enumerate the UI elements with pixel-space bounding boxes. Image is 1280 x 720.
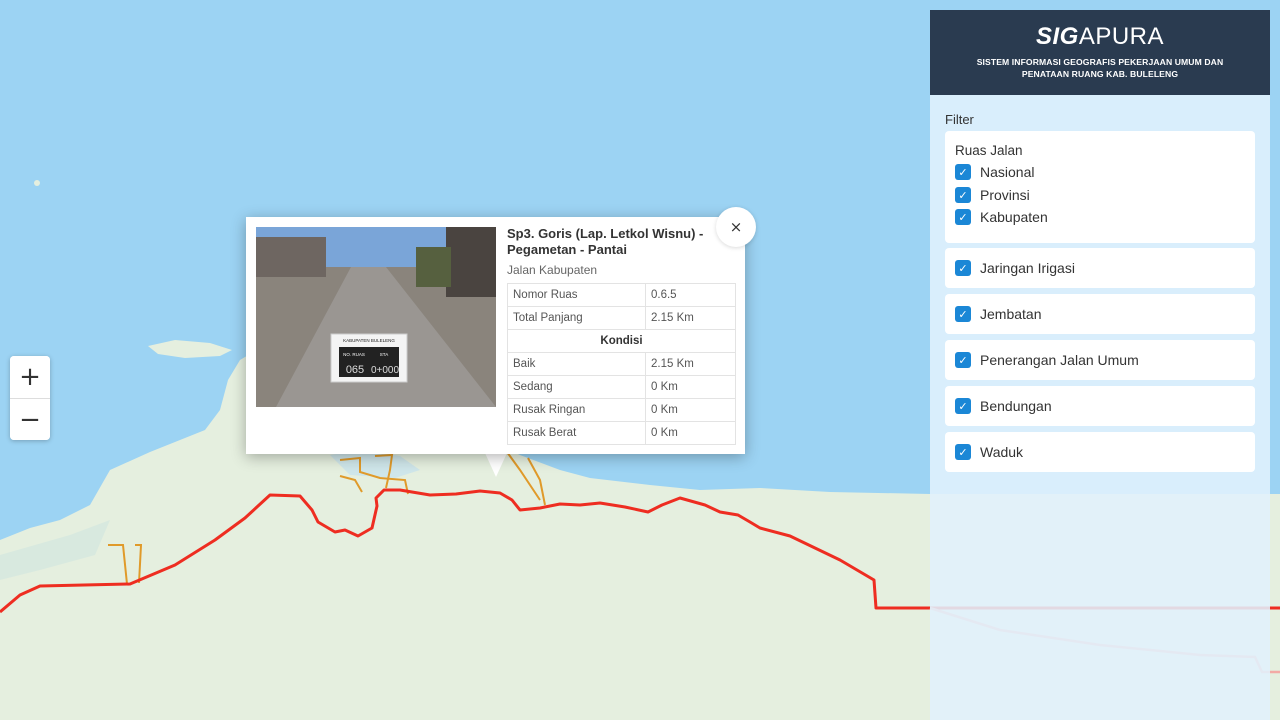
table-key: Rusak Ringan	[507, 398, 646, 422]
layer-card-jembatan: ✓ Jembatan	[945, 294, 1255, 334]
table-key: Total Panjang	[507, 306, 646, 330]
photo-sign-col1: NO. RUAS	[343, 352, 365, 357]
checkbox-checked-icon[interactable]: ✓	[955, 444, 971, 460]
popup-close-button[interactable]: ×	[716, 207, 756, 247]
table-value: 0.6.5	[645, 283, 736, 307]
layer-card-waduk: ✓ Waduk	[945, 432, 1255, 472]
app-logo: SIGAPURA	[930, 10, 1270, 51]
condition-header: Kondisi	[507, 329, 736, 353]
table-key: Sedang	[507, 375, 646, 399]
filter-penerangan-jalan-umum[interactable]: ✓ Penerangan Jalan Umum	[955, 350, 1139, 370]
checkbox-checked-icon[interactable]: ✓	[955, 260, 971, 276]
filter-label-jembatan: Jembatan	[980, 306, 1042, 322]
filter-nasional[interactable]: ✓ Nasional	[955, 162, 1034, 182]
checkbox-checked-icon[interactable]: ✓	[955, 306, 971, 322]
zoom-in-button[interactable]: +	[10, 356, 50, 398]
table-value: 0 Km	[645, 421, 736, 445]
filter-jembatan[interactable]: ✓ Jembatan	[955, 304, 1041, 324]
table-row: Sedang 0 Km	[507, 375, 736, 399]
photo-sign-header: KABUPATEN BULELENG	[343, 338, 395, 343]
checkbox-checked-icon[interactable]: ✓	[955, 209, 971, 225]
table-row: Total Panjang 2.15 Km	[507, 306, 736, 330]
filter-label-bendungan: Bendungan	[980, 398, 1052, 414]
brand-bold: SIG	[1035, 23, 1079, 50]
table-value: 0 Km	[645, 375, 736, 399]
filter-kabupaten[interactable]: ✓ Kabupaten	[955, 207, 1048, 227]
road-info-table: Nomor Ruas 0.6.5 Total Panjang 2.15 Km K…	[507, 283, 736, 445]
photo-sign-number: 065	[346, 364, 364, 376]
table-row: Rusak Berat 0 Km	[507, 421, 736, 445]
layer-card-jaringan-irigasi: ✓ Jaringan Irigasi	[945, 248, 1255, 288]
filter-label-waduk: Waduk	[980, 444, 1024, 460]
table-value: 2.15 Km	[645, 352, 736, 376]
filter-jaringan-irigasi[interactable]: ✓ Jaringan Irigasi	[955, 258, 1075, 278]
filter-label: Filter	[945, 112, 974, 127]
layer-card-penerangan-jalan-umum: ✓ Penerangan Jalan Umum	[945, 340, 1255, 380]
islet	[34, 180, 40, 186]
popup-tip	[485, 453, 507, 477]
popup-subtitle: Jalan Kabupaten	[507, 263, 598, 277]
feature-popup: KABUPATEN BULELENG NO. RUAS STA 065 0+00…	[246, 217, 745, 454]
table-row: Baik 2.15 Km	[507, 352, 736, 376]
table-key: Rusak Berat	[507, 421, 646, 445]
table-value: 0 Km	[645, 398, 736, 422]
popup-title: Sp3. Goris (Lap. Letkol Wisnu) - Pegamet…	[507, 226, 704, 257]
layer-card-bendungan: ✓ Bendungan	[945, 386, 1255, 426]
checkbox-checked-icon[interactable]: ✓	[955, 164, 971, 180]
road-photo: KABUPATEN BULELENG NO. RUAS STA 065 0+00…	[256, 227, 496, 407]
checkbox-checked-icon[interactable]: ✓	[955, 352, 971, 368]
checkbox-checked-icon[interactable]: ✓	[955, 187, 971, 203]
filter-label-provinsi: Provinsi	[980, 187, 1030, 203]
table-key: Nomor Ruas	[507, 283, 646, 307]
brand-rest: APURA	[1078, 23, 1165, 50]
filter-label-nasional: Nasional	[980, 164, 1035, 180]
photo-sign-station: 0+000	[371, 365, 400, 376]
sidebar-header: SIGAPURA SISTEM INFORMASI GEOGRAFIS PEKE…	[930, 10, 1270, 95]
filter-label-kabupaten: Kabupaten	[980, 209, 1048, 225]
filter-label-jaringan-irigasi: Jaringan Irigasi	[980, 260, 1075, 276]
photo-sign-col2: STA	[380, 352, 388, 357]
zoom-out-button[interactable]: −	[10, 398, 50, 440]
table-row: Rusak Ringan 0 Km	[507, 398, 736, 422]
app-tagline: SISTEM INFORMASI GEOGRAFIS PEKERJAAN UMU…	[976, 57, 1224, 79]
table-row: Kondisi	[507, 329, 736, 353]
filter-label-penerangan-jalan-umum: Penerangan Jalan Umum	[980, 352, 1139, 368]
filter-provinsi[interactable]: ✓ Provinsi	[955, 185, 1030, 205]
ruas-jalan-title: Ruas Jalan	[955, 143, 1023, 158]
filter-sidebar: SIGAPURA SISTEM INFORMASI GEOGRAFIS PEKE…	[930, 10, 1270, 720]
filter-waduk[interactable]: ✓ Waduk	[955, 442, 1023, 462]
zoom-control: + −	[10, 356, 50, 440]
filter-bendungan[interactable]: ✓ Bendungan	[955, 396, 1052, 416]
table-key: Baik	[507, 352, 646, 376]
ruas-jalan-card: Ruas Jalan ✓ Nasional ✓ Provinsi ✓ Kabup…	[945, 131, 1255, 243]
table-value: 2.15 Km	[645, 306, 736, 330]
table-row: Nomor Ruas 0.6.5	[507, 283, 736, 307]
checkbox-checked-icon[interactable]: ✓	[955, 398, 971, 414]
